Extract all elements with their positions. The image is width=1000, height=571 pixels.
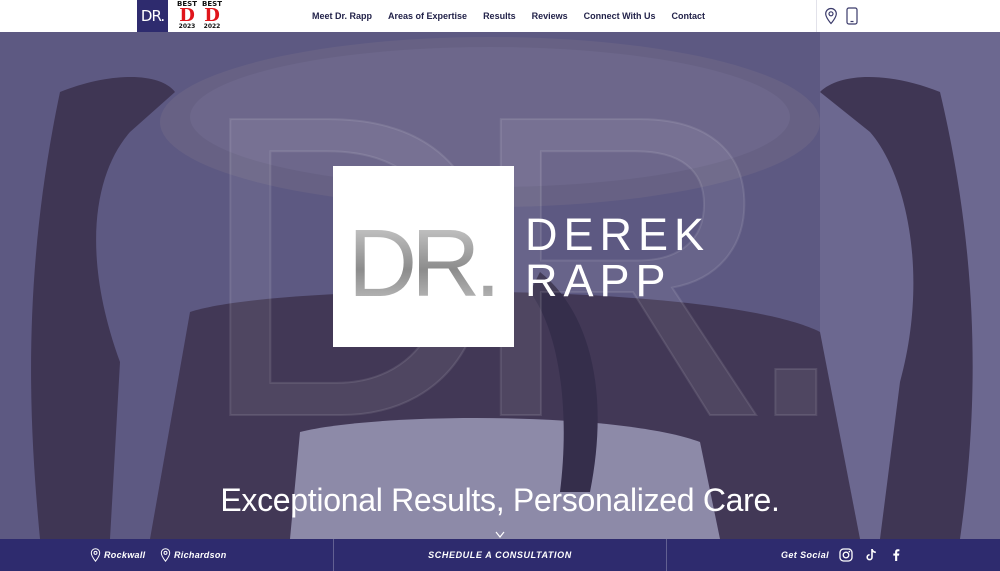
location-richardson[interactable]: Richardson bbox=[160, 539, 227, 571]
nav-meet-dr-rapp[interactable]: Meet Dr. Rapp bbox=[312, 11, 372, 21]
location-pin-icon bbox=[90, 548, 101, 562]
site-header: DR. BEST D 2023 BEST D 2022 Meet Dr. Rap… bbox=[0, 0, 1000, 32]
hero-tagline: Exceptional Results, Personalized Care. bbox=[220, 482, 780, 518]
brand-first-name: DEREK bbox=[525, 209, 711, 260]
main-nav: Meet Dr. Rapp Areas of Expertise Results… bbox=[312, 0, 721, 32]
location-rockwall[interactable]: Rockwall bbox=[90, 539, 145, 571]
hero-logo-mark: DR. bbox=[333, 166, 514, 347]
nav-results[interactable]: Results bbox=[483, 11, 516, 21]
bottom-action-bar: Rockwall Richardson SCHEDULE A CONSULTAT… bbox=[0, 539, 1000, 571]
location-pin-icon bbox=[160, 548, 171, 562]
phone-icon[interactable] bbox=[843, 7, 861, 25]
bar-divider bbox=[666, 539, 667, 571]
nav-connect-with-us[interactable]: Connect With Us bbox=[584, 11, 656, 21]
site-logo[interactable]: DR. bbox=[137, 0, 168, 32]
nav-contact[interactable]: Contact bbox=[672, 11, 706, 21]
best-of-d-2022-badge: BEST D 2022 bbox=[202, 0, 222, 30]
location-pin-icon[interactable] bbox=[822, 7, 840, 25]
best-of-d-2023-badge: BEST D 2023 bbox=[177, 0, 197, 30]
nav-areas-of-expertise[interactable]: Areas of Expertise bbox=[388, 11, 467, 21]
hero-brand-name: DEREK RAPP bbox=[525, 212, 710, 304]
header-divider bbox=[816, 0, 817, 32]
brand-last-name: RAPP bbox=[525, 255, 672, 306]
schedule-consultation-button[interactable]: SCHEDULE A CONSULTATION bbox=[334, 539, 666, 571]
scroll-down-chevron-icon[interactable] bbox=[495, 530, 505, 539]
hero-section: DR. DR. DEREK RAPP Exceptional Results, … bbox=[0, 32, 1000, 539]
get-social-label: Get Social bbox=[781, 550, 830, 560]
instagram-icon[interactable] bbox=[839, 548, 853, 562]
tiktok-icon[interactable] bbox=[864, 548, 878, 562]
nav-reviews[interactable]: Reviews bbox=[532, 11, 568, 21]
facebook-icon[interactable] bbox=[889, 548, 903, 562]
